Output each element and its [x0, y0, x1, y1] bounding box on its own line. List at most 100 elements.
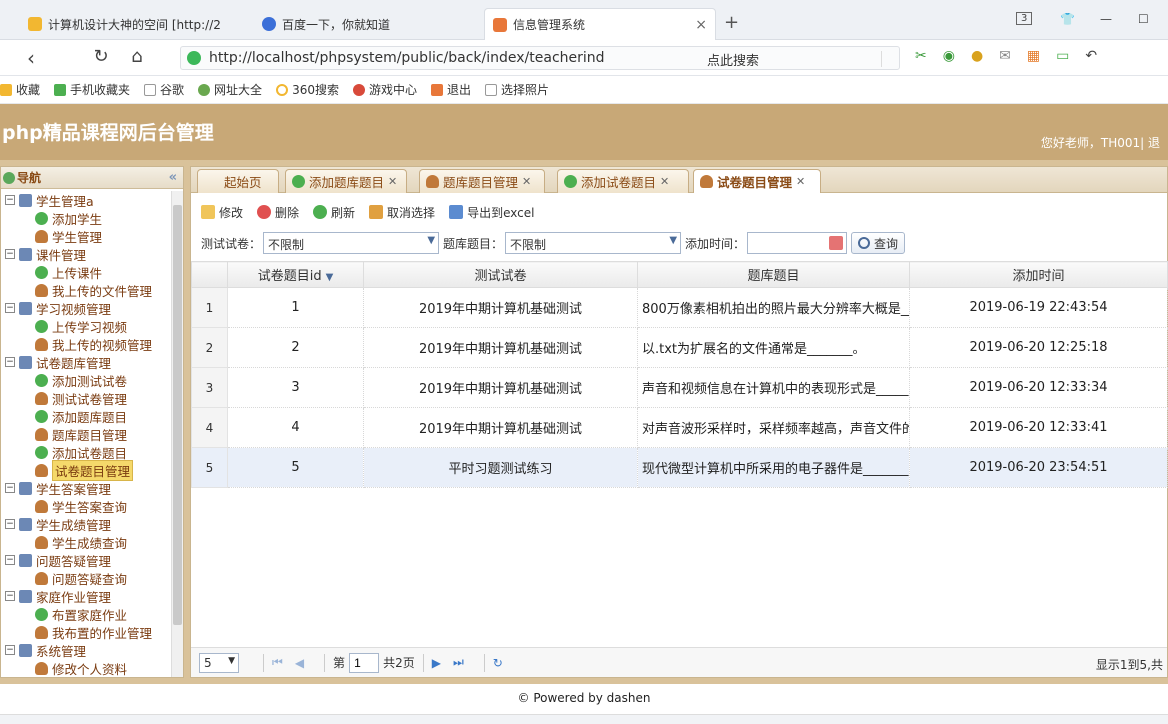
bookmark-item[interactable]: 谷歌 — [144, 81, 184, 98]
refresh-button[interactable]: 刷新 — [313, 204, 355, 221]
tree-folder[interactable]: − 学生管理a — [1, 191, 171, 209]
scissors-icon[interactable]: ✂ — [915, 48, 927, 64]
collapse-toggle-icon[interactable]: − — [5, 483, 15, 493]
browser-tab-2[interactable]: 百度一下，你就知道 — [254, 8, 454, 40]
tree-leaf[interactable]: 添加学生 — [1, 209, 171, 227]
browser-tab-3[interactable]: 信息管理系统 × — [484, 8, 716, 40]
reload-icon[interactable]: ↻ — [90, 46, 112, 67]
url-text[interactable]: http://localhost/phpsystem/public/back/i… — [209, 50, 605, 66]
tree-leaf[interactable]: 学生管理 — [1, 227, 171, 245]
date-input[interactable] — [747, 232, 848, 254]
paper-select[interactable]: 不限制 ▼ — [263, 232, 440, 254]
close-icon[interactable]: ✕ — [660, 175, 669, 188]
collapse-icon[interactable]: « — [169, 170, 177, 185]
tree-leaf[interactable]: 添加题库题目 — [1, 407, 171, 425]
tree-leaf[interactable]: 修改个人资料 — [1, 659, 171, 677]
table-row[interactable]: 2 2 2019年中期计算机基础测试 以.txt为扩展名的文件通常是_______。 2… — [191, 327, 1168, 368]
collapse-toggle-icon[interactable]: − — [5, 195, 15, 205]
deselect-button[interactable]: 取消选择 — [369, 204, 435, 221]
collapse-toggle-icon[interactable]: − — [5, 645, 15, 655]
table-row[interactable]: 4 4 2019年中期计算机基础测试 对声音波形采样时，采样频率越高，声音文件的 201… — [191, 407, 1168, 448]
tab-count-badge[interactable]: 3 — [1016, 12, 1033, 25]
coin-icon[interactable]: ● — [971, 48, 983, 64]
collapse-toggle-icon[interactable]: − — [5, 519, 15, 529]
calendar-icon[interactable] — [829, 236, 844, 250]
sort-desc-icon[interactable]: ▼ — [326, 272, 334, 283]
bookmark-item[interactable]: 手机收藏夹 — [54, 81, 130, 98]
bookmark-item[interactable]: 网址大全 — [198, 81, 262, 98]
tree-folder[interactable]: − 学生答案管理 — [1, 479, 171, 497]
collapse-toggle-icon[interactable]: − — [5, 591, 15, 601]
tree-leaf[interactable]: 添加试卷题目 — [1, 443, 171, 461]
tab-add-question[interactable]: 添加题库题目 ✕ — [285, 169, 407, 193]
undo-icon[interactable]: ↶ — [1085, 48, 1097, 64]
page-size-select[interactable]: 5 ▼ — [199, 652, 239, 673]
tab-question-manage[interactable]: 题库题目管理 ✕ — [419, 169, 545, 193]
tree-leaf[interactable]: 问题答疑查询 — [1, 569, 171, 587]
export-button[interactable]: 导出到excel — [449, 204, 534, 221]
bookmark-item[interactable]: 收藏 — [0, 81, 40, 98]
column-header-paper[interactable]: 测试试卷 — [363, 261, 638, 288]
tree-folder[interactable]: − 问题答疑管理 — [1, 551, 171, 569]
tree-leaf[interactable]: 布置家庭作业 — [1, 605, 171, 623]
tree-leaf[interactable]: 我上传的文件管理 — [1, 281, 171, 299]
shirt-icon[interactable]: 👕 — [1060, 12, 1075, 26]
mail-icon[interactable]: ✉ — [999, 48, 1011, 64]
query-button[interactable]: 查询 — [851, 232, 906, 254]
collapse-toggle-icon[interactable]: − — [5, 357, 15, 367]
tree-folder[interactable]: − 家庭作业管理 — [1, 587, 171, 605]
tab-add-paper-question[interactable]: 添加试卷题目 ✕ — [557, 169, 689, 193]
page-number-input[interactable] — [349, 652, 380, 673]
translate-icon[interactable]: ◉ — [943, 48, 955, 64]
home-icon[interactable]: ⌂ — [126, 46, 148, 67]
tree-leaf[interactable]: 试卷题目管理 — [1, 459, 171, 481]
browser-tab-1[interactable]: 计算机设计大神的空间 [http://2 — [20, 8, 230, 40]
battery-icon[interactable]: ▭ — [1056, 48, 1069, 64]
tree-folder[interactable]: − 试卷题库管理 — [1, 353, 171, 371]
bookmark-item[interactable]: 游戏中心 — [352, 81, 417, 98]
collapse-toggle-icon[interactable]: − — [5, 555, 15, 565]
apps-icon[interactable]: ▦ — [1027, 48, 1040, 64]
bookmark-item[interactable]: 360搜索 — [276, 81, 339, 98]
tree-leaf[interactable]: 测试试卷管理 — [1, 389, 171, 407]
minimize-icon[interactable]: — — [1100, 12, 1112, 26]
delete-button[interactable]: 删除 — [257, 204, 299, 221]
new-tab-button[interactable]: + — [724, 12, 739, 33]
bookmark-item[interactable]: 退出 — [430, 81, 471, 98]
question-select[interactable]: 不限制 ▼ — [505, 232, 682, 254]
tree-leaf[interactable]: 我布置的作业管理 — [1, 623, 171, 641]
column-header-question[interactable]: 题库题目 — [637, 261, 910, 288]
user-greeting[interactable]: 您好老师，TH001| 退 — [1041, 134, 1160, 151]
column-header-id[interactable]: 试卷题目id ▼ — [227, 261, 364, 288]
collapse-toggle-icon[interactable]: − — [5, 249, 15, 259]
tree-leaf[interactable]: 上传课件 — [1, 263, 171, 281]
tab-paper-question-manage[interactable]: 试卷题目管理 ✕ — [693, 169, 821, 193]
tree-leaf[interactable]: 学生成绩查询 — [1, 533, 171, 551]
tree-folder[interactable]: − 系统管理 — [1, 641, 171, 659]
edit-button[interactable]: 修改 — [201, 204, 243, 221]
table-row[interactable]: 5 5 平时习题测试练习 现代微型计算机中所采用的电子器件是_______ 2019-0… — [191, 447, 1168, 488]
tree-leaf[interactable]: 上传学习视频 — [1, 317, 171, 335]
tree-leaf[interactable]: 添加测试试卷 — [1, 371, 171, 389]
close-icon[interactable]: ✕ — [388, 175, 397, 188]
close-icon[interactable]: ✕ — [522, 175, 531, 188]
maximize-icon[interactable]: ☐ — [1138, 12, 1149, 26]
next-page-icon[interactable]: ▶ — [432, 656, 441, 670]
close-icon[interactable]: ✕ — [796, 175, 805, 188]
address-bar[interactable]: http://localhost/phpsystem/public/back/i… — [180, 46, 900, 70]
tab-home[interactable]: 起始页 — [197, 169, 279, 193]
tree-leaf[interactable]: 题库题目管理 — [1, 425, 171, 443]
tree-folder[interactable]: − 学习视频管理 — [1, 299, 171, 317]
tree-folder[interactable]: − 课件管理 — [1, 245, 171, 263]
sidebar-scrollbar[interactable] — [171, 191, 183, 677]
close-icon[interactable]: × — [695, 17, 707, 33]
tree-leaf[interactable]: 我上传的视频管理 — [1, 335, 171, 353]
first-page-icon[interactable]: ⏮ — [272, 655, 283, 670]
collapse-toggle-icon[interactable]: − — [5, 303, 15, 313]
search-placeholder[interactable]: 点此搜索 — [707, 50, 759, 69]
tree-folder[interactable]: − 学生成绩管理 — [1, 515, 171, 533]
tree-leaf[interactable]: 学生答案查询 — [1, 497, 171, 515]
scrollbar-thumb[interactable] — [173, 205, 182, 625]
bookmark-item[interactable]: 选择照片 — [485, 81, 549, 98]
last-page-icon[interactable]: ⏭ — [453, 655, 464, 670]
